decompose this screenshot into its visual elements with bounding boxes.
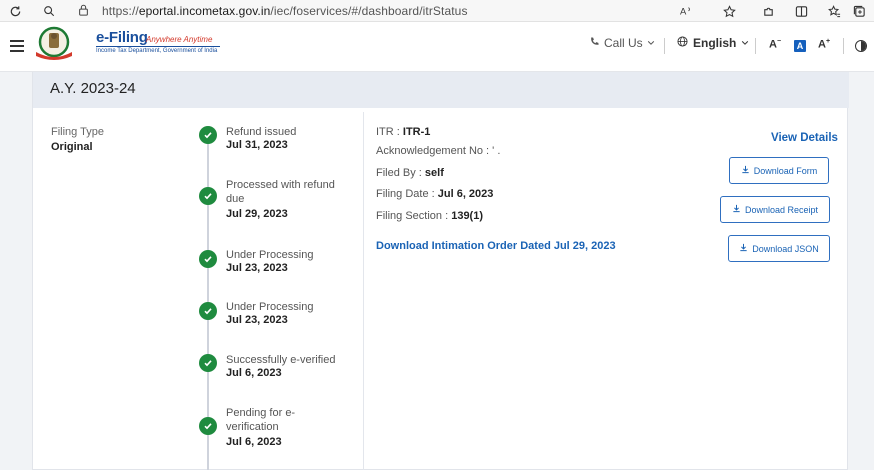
more-icon[interactable]	[868, 4, 874, 18]
collections-icon[interactable]	[852, 4, 866, 18]
timeline-date: Jul 23, 2023	[226, 262, 288, 274]
view-details-link[interactable]: View Details	[771, 132, 838, 144]
check-circle-icon	[199, 417, 217, 435]
favorites-icon[interactable]	[827, 4, 841, 18]
phone-icon	[589, 36, 600, 50]
lock-icon	[78, 4, 92, 19]
read-aloud-icon[interactable]: A	[679, 4, 693, 18]
logo-divider	[96, 46, 220, 47]
logo-title: e-Filing	[96, 29, 148, 46]
download-json-button[interactable]: Download JSON	[728, 235, 830, 262]
filing-type-label: Filing Type	[51, 126, 104, 138]
itr-type: ITR : ITR-1	[376, 126, 431, 138]
download-icon	[741, 165, 750, 176]
card-header: A.Y. 2023-24	[33, 72, 849, 108]
logo-tagline: Anywhere Anytime	[146, 35, 213, 44]
download-icon	[739, 243, 748, 254]
globe-icon	[677, 36, 688, 50]
itr-status-card: A.Y. 2023-24 Filing Type Original Refund…	[32, 72, 849, 470]
font-increase-button[interactable]: A+	[818, 38, 830, 51]
check-circle-icon	[199, 126, 217, 144]
header-divider	[664, 38, 665, 54]
timeline-date: Jul 31, 2023	[226, 139, 288, 151]
refresh-icon[interactable]	[8, 4, 22, 18]
timeline-status: Under Processing	[226, 249, 314, 261]
timeline-date: Jul 6, 2023	[226, 367, 282, 379]
download-intimation-link[interactable]: Download Intimation Order Dated Jul 29, …	[376, 240, 616, 252]
assessment-year-title: A.Y. 2023-24	[50, 80, 136, 97]
url-text: https://eportal.incometax.gov.in/iec/fos…	[102, 4, 468, 18]
font-normal-button[interactable]: A	[794, 40, 806, 52]
language-dropdown[interactable]: English	[677, 36, 749, 50]
check-circle-icon	[199, 250, 217, 268]
header-divider	[843, 38, 844, 54]
check-circle-icon	[199, 187, 217, 205]
svg-text:A: A	[680, 5, 687, 16]
filing-section: Filing Section : 139(1)	[376, 210, 483, 222]
timeline-date: Jul 23, 2023	[226, 314, 288, 326]
filing-date: Filing Date : Jul 6, 2023	[376, 188, 494, 200]
timeline-status: Processed with refund due	[226, 179, 335, 205]
timeline-date: Jul 29, 2023	[226, 208, 288, 220]
check-circle-icon	[199, 354, 217, 372]
browser-toolbar: https://eportal.incometax.gov.in/iec/fos…	[0, 0, 874, 22]
language-label: English	[693, 36, 737, 50]
check-circle-icon	[199, 302, 217, 320]
header-divider	[755, 38, 756, 54]
call-us-dropdown[interactable]: Call Us	[589, 36, 655, 50]
chevron-down-icon	[741, 36, 749, 50]
acknowledgement-number: Acknowledgement No : ' .	[376, 145, 501, 157]
column-divider	[363, 112, 364, 470]
timeline-status: Successfully e-verified	[226, 354, 336, 366]
filing-type-value: Original	[51, 141, 93, 153]
timeline-status: Refund issued	[226, 126, 297, 138]
split-screen-icon[interactable]	[794, 4, 808, 18]
font-decrease-button[interactable]: A−	[769, 38, 781, 51]
timeline-status: Pending for e-verification	[226, 407, 296, 433]
logo-subtitle: Income Tax Department, Government of Ind…	[96, 48, 218, 54]
filed-by: Filed By : self	[376, 167, 444, 179]
timeline-status: Under Processing	[226, 301, 314, 313]
emblem-logo	[34, 26, 74, 62]
menu-icon[interactable]	[10, 40, 24, 52]
favorite-star-icon[interactable]	[722, 4, 736, 18]
extensions-icon[interactable]	[761, 4, 775, 18]
download-receipt-button[interactable]: Download Receipt	[720, 196, 830, 223]
download-icon	[732, 204, 741, 215]
call-us-label: Call Us	[604, 36, 643, 50]
timeline-date: Jul 6, 2023	[226, 436, 282, 448]
search-icon[interactable]	[42, 4, 56, 18]
download-form-button[interactable]: Download Form	[729, 157, 829, 184]
address-bar[interactable]: https://eportal.incometax.gov.in/iec/fos…	[78, 1, 718, 21]
chevron-down-icon	[647, 36, 655, 50]
contrast-icon[interactable]	[855, 40, 867, 52]
